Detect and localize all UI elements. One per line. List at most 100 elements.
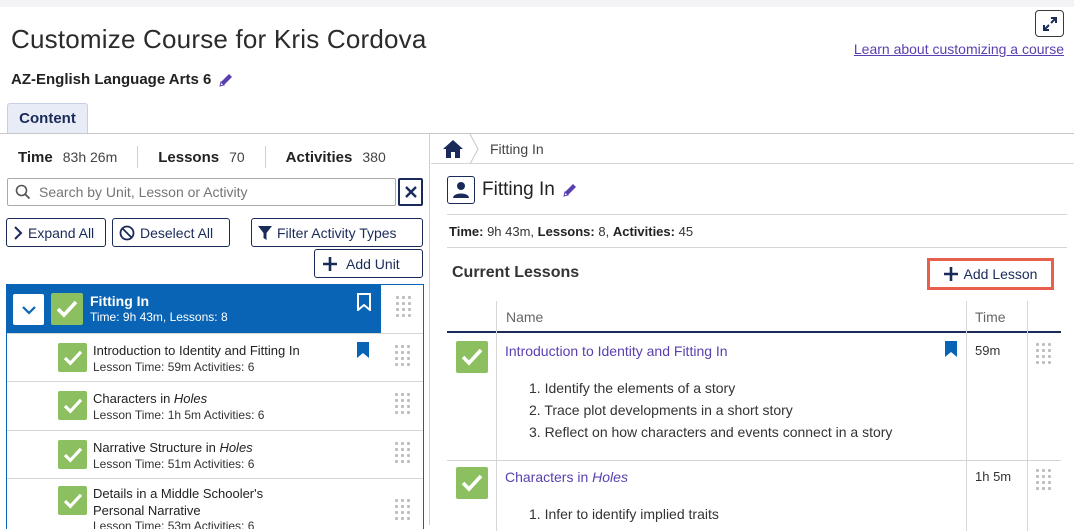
column-header-time: Time <box>975 309 1006 325</box>
bookmark-icon[interactable] <box>944 340 958 358</box>
deselect-all-button[interactable]: Deselect All <box>112 218 230 247</box>
stat-value: 70 <box>229 149 245 165</box>
top-strip <box>0 0 1074 7</box>
column-divider <box>496 333 497 461</box>
tab-content[interactable]: Content <box>7 103 88 133</box>
lesson-checkbox[interactable] <box>58 440 87 469</box>
drag-handle-icon[interactable] <box>396 296 411 317</box>
lesson-checkbox[interactable] <box>58 486 87 515</box>
bookmark-icon[interactable] <box>356 341 370 359</box>
unit-detail-panel: Fitting In Fitting In Time: 9h 43m, Less… <box>431 133 1074 531</box>
meta-activities: 45 <box>678 224 694 239</box>
lesson-link-text: Characters in <box>505 469 593 485</box>
stat-value: 380 <box>362 149 386 165</box>
lesson-row[interactable]: Details in a Middle Schooler's Personal … <box>7 478 423 529</box>
lesson-checkbox[interactable] <box>58 343 87 372</box>
search-icon <box>15 184 31 200</box>
collapse-unit-button[interactable] <box>13 294 44 325</box>
lesson-row[interactable]: Introduction to Identity and Fitting In … <box>7 333 423 381</box>
lesson-title: Narrative Structure in Holes <box>93 440 253 455</box>
column-divider <box>966 461 967 531</box>
filter-activity-types-button[interactable]: Filter Activity Types <box>251 218 423 247</box>
column-header-name: Name <box>506 309 544 325</box>
divider <box>137 146 139 168</box>
search-input[interactable] <box>37 183 377 201</box>
lesson-row[interactable]: Characters in Holes Lesson Time: 1h 5m A… <box>7 381 423 429</box>
course-outline-panel: Time 83h 26m Lessons 70 Activities 380 E… <box>0 134 430 529</box>
edit-course-pencil-icon[interactable] <box>218 72 234 88</box>
add-unit-label: Add Unit <box>346 255 400 272</box>
expand-all-button[interactable]: Expand All <box>6 218 106 247</box>
checkmark-icon <box>56 300 78 318</box>
lesson-subtitle: Lesson Time: 1h 5m Activities: 6 <box>93 408 265 422</box>
plus-icon <box>943 267 958 281</box>
column-divider <box>496 461 497 531</box>
search-box <box>7 178 396 206</box>
divider <box>447 214 1067 215</box>
fullscreen-button[interactable] <box>1035 10 1064 37</box>
lesson-row[interactable]: Narrative Structure in Holes Lesson Time… <box>7 430 423 478</box>
close-icon <box>404 186 417 198</box>
table-row[interactable]: Characters in Holes 1h 5m 1. Infer to id… <box>447 461 1061 531</box>
expand-all-label: Expand All <box>28 224 95 241</box>
expand-arrows-icon <box>1042 16 1057 31</box>
column-divider <box>966 333 967 461</box>
table-row[interactable]: Introduction to Identity and Fitting In … <box>447 333 1061 461</box>
unit-title: Fitting In <box>90 293 150 309</box>
column-divider <box>1027 301 1028 333</box>
objective-item: 2. Trace plot developments in a short st… <box>529 402 793 418</box>
unit-subtitle: Time: 9h 43m, Lessons: 8 <box>90 310 228 324</box>
drag-handle-icon[interactable] <box>395 345 410 366</box>
course-name-row: AZ-English Language Arts 6 <box>11 71 234 88</box>
lesson-checkbox[interactable] <box>456 467 488 499</box>
lesson-checkbox[interactable] <box>58 391 87 420</box>
drag-handle-icon[interactable] <box>395 393 410 414</box>
column-divider <box>1027 333 1028 461</box>
lesson-link[interactable]: Characters in Holes <box>505 469 628 485</box>
unit-row-fitting-in[interactable]: Fitting In Time: 9h 43m, Lessons: 8 <box>7 285 381 333</box>
divider <box>264 146 266 168</box>
course-name: AZ-English Language Arts 6 <box>11 71 212 88</box>
home-icon[interactable] <box>442 139 464 159</box>
lesson-checkbox[interactable] <box>456 341 488 373</box>
drag-handle-icon[interactable] <box>1036 469 1051 490</box>
drag-handle-icon[interactable] <box>1036 343 1051 364</box>
unit-checkbox[interactable] <box>51 293 83 325</box>
lesson-link-italic: Holes <box>592 469 628 485</box>
divider <box>447 247 1067 248</box>
column-divider <box>496 301 497 333</box>
checkmark-icon <box>63 398 82 414</box>
lesson-objectives: 1. Identify the elements of a story 2. T… <box>529 377 892 443</box>
deselect-all-label: Deselect All <box>140 224 214 241</box>
meta-lessons: 8, <box>598 224 610 239</box>
meta-activities-label: Activities: <box>612 224 675 239</box>
lesson-title-italic: Holes <box>173 391 208 406</box>
stat-time: Time 83h 26m <box>18 149 117 166</box>
current-lessons-heading: Current Lessons <box>452 264 580 281</box>
learn-customizing-link[interactable]: Learn about customizing a course <box>854 41 1064 57</box>
filter-icon <box>258 225 272 240</box>
lesson-title-text: Characters in <box>93 391 174 406</box>
stat-label: Activities <box>285 148 353 166</box>
lesson-subtitle: Lesson Time: 53m Activities: 6 <box>93 519 255 529</box>
plus-icon <box>323 256 337 271</box>
drag-handle-icon[interactable] <box>395 442 410 463</box>
stat-label: Time <box>18 148 53 166</box>
add-lesson-label: Add Lesson <box>963 266 1038 282</box>
add-lesson-button[interactable]: Add Lesson <box>927 258 1054 290</box>
filter-label: Filter Activity Types <box>277 224 397 241</box>
lesson-title: Details in a Middle Schooler's <box>93 486 263 501</box>
bookmark-icon[interactable] <box>357 293 371 311</box>
add-unit-button[interactable]: Add Unit <box>314 249 423 278</box>
objective-item: 1. Infer to identify implied traits <box>529 506 719 522</box>
drag-handle-icon[interactable] <box>395 499 410 520</box>
breadcrumb-current: Fitting In <box>490 140 544 157</box>
stat-label: Lessons <box>158 148 220 166</box>
lesson-time: 59m <box>975 343 1001 358</box>
table-header: Name Time <box>447 301 1061 333</box>
clear-search-button[interactable] <box>398 178 423 206</box>
lesson-title-text: Details in a Middle Schooler's <box>93 486 264 501</box>
edit-unit-pencil-icon[interactable] <box>562 182 578 198</box>
prohibited-icon <box>119 225 135 240</box>
lesson-link[interactable]: Introduction to Identity and Fitting In <box>505 343 728 359</box>
